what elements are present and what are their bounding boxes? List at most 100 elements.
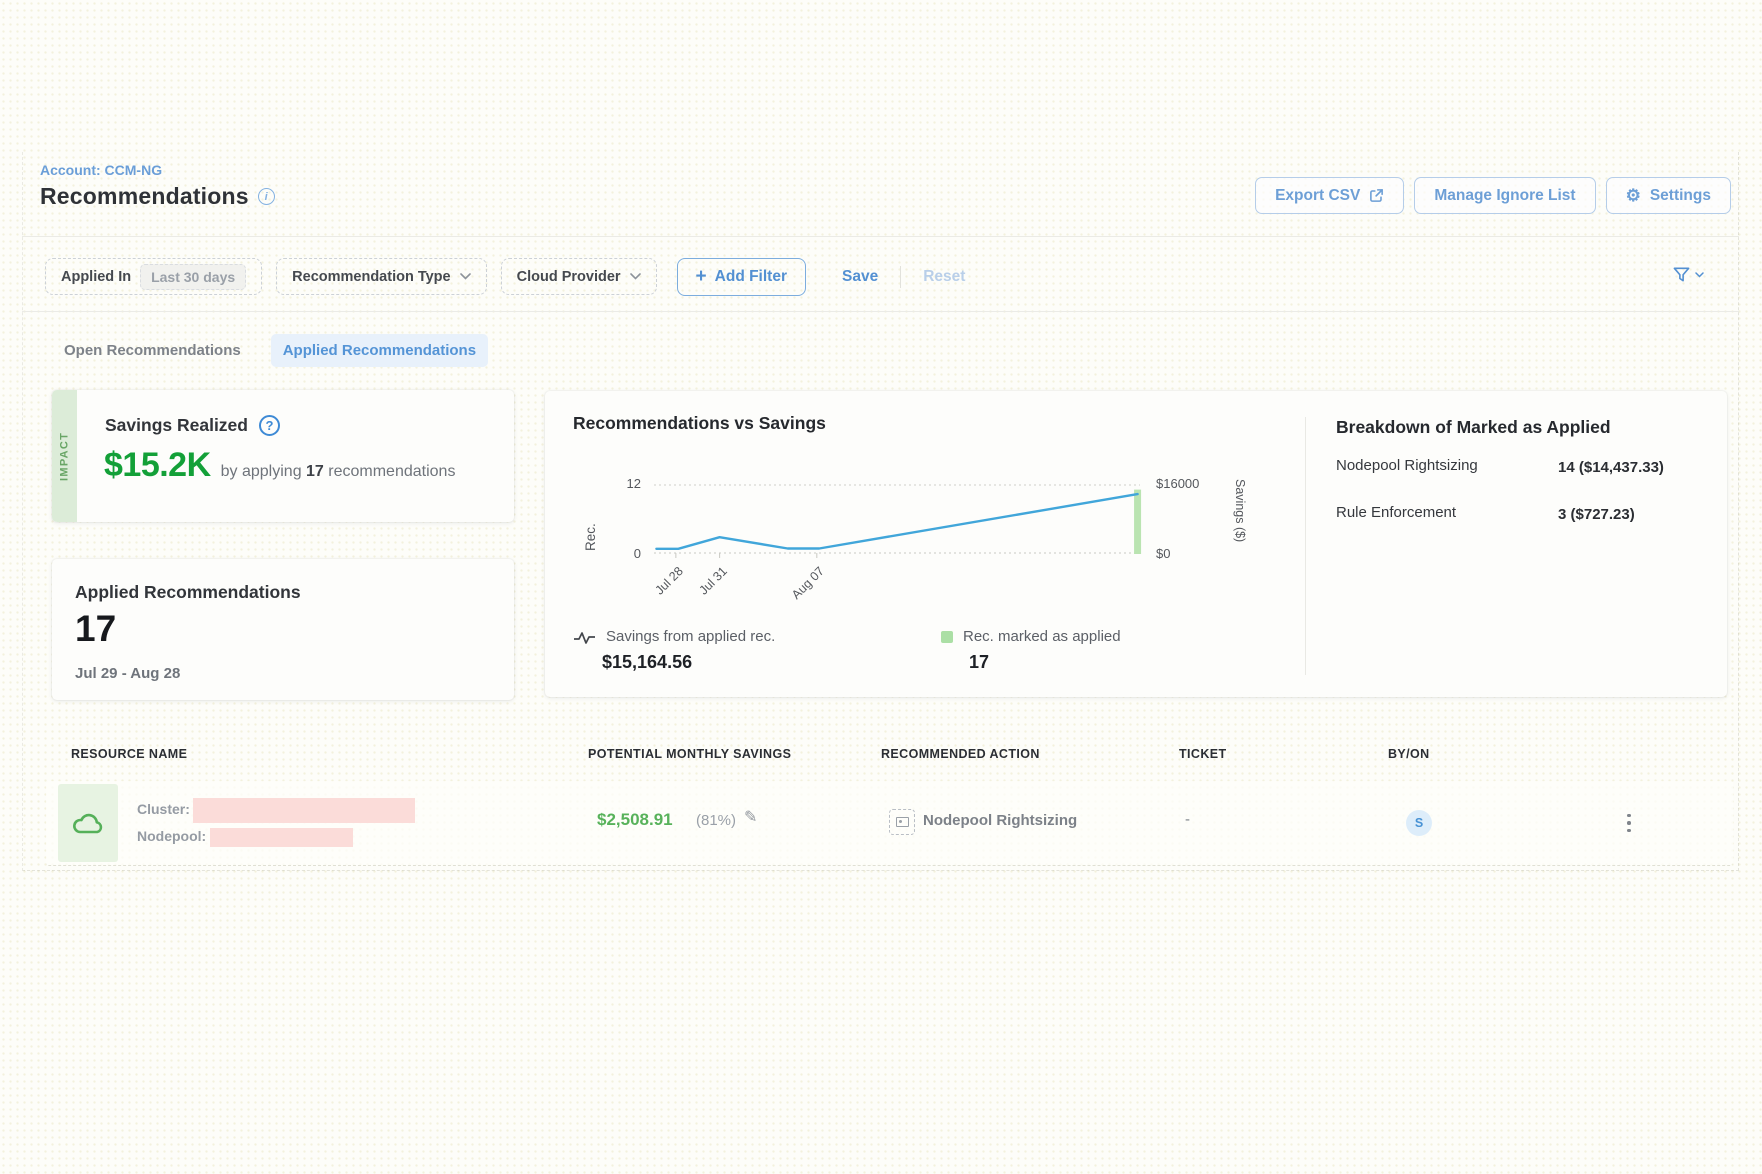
reset-filter-button[interactable]: Reset — [923, 268, 965, 286]
account-breadcrumb[interactable]: Account: CCM-NG — [40, 162, 162, 178]
table-row[interactable]: Cluster: Nodepool: $2,508.91 (81%) ✎ Nod… — [46, 781, 1733, 866]
settings-button[interactable]: ⚙ Settings — [1606, 177, 1731, 214]
subtitle-count: 17 — [306, 463, 324, 480]
applied-card-count: 17 — [75, 608, 116, 650]
header-divider — [22, 236, 1739, 237]
cloud-icon — [70, 810, 106, 837]
filter-menu-button[interactable] — [1672, 265, 1704, 284]
x-tick-label: Jul 31 — [696, 564, 729, 597]
legend-bar-value: 17 — [969, 652, 989, 673]
by-on-avatar[interactable]: S — [1406, 810, 1432, 836]
recommended-action-label: Nodepool Rightsizing — [923, 812, 1077, 829]
tab-open-recommendations[interactable]: Open Recommendations — [52, 334, 253, 367]
left-axis-max-tick: 12 — [607, 476, 641, 491]
subtitle-pre: by applying — [221, 463, 306, 480]
breakdown-row-label: Nodepool Rightsizing — [1336, 457, 1478, 474]
filter-divider — [22, 311, 1739, 312]
export-csv-button[interactable]: Export CSV — [1255, 177, 1404, 214]
savings-realized-title: Savings Realized ? — [105, 415, 280, 436]
line-series-icon — [573, 629, 596, 645]
cloud-provider-label: Cloud Provider — [517, 269, 621, 285]
export-csv-label: Export CSV — [1275, 187, 1360, 205]
bar-series-icon — [941, 631, 953, 643]
chevron-down-icon — [1695, 272, 1704, 278]
x-tick-label: Jul 28 — [652, 564, 685, 597]
legend-bar-label: Rec. marked as applied — [963, 628, 1121, 645]
external-link-icon — [1369, 188, 1384, 203]
plus-icon: + — [696, 267, 707, 286]
potential-savings-percent: (81%) — [696, 812, 736, 829]
ticket-value: - — [1185, 811, 1190, 828]
breakdown-row-label: Rule Enforcement — [1336, 504, 1456, 521]
add-filter-button[interactable]: + Add Filter — [677, 258, 806, 296]
recommended-action-icon — [889, 809, 915, 835]
filter-separator — [900, 266, 901, 288]
column-header-resource-name: RESOURCE NAME — [71, 747, 187, 761]
right-axis-min-tick: $0 — [1156, 546, 1170, 561]
column-header-potential-savings: POTENTIAL MONTHLY SAVINGS — [588, 747, 791, 761]
header-actions: Export CSV Manage Ignore List ⚙ Settings — [1255, 177, 1731, 214]
chevron-down-icon — [630, 273, 641, 280]
filter-chip-cloud-provider[interactable]: Cloud Provider — [501, 258, 657, 295]
savings-realized-subtitle: by applying 17 recommendations — [221, 463, 456, 481]
chart-card: Recommendations vs Savings 12 0 Rec. $16… — [545, 391, 1727, 697]
resource-type-cell — [58, 784, 118, 862]
chevron-down-icon — [460, 273, 471, 280]
filter-bar: Applied In Last 30 days Recommendation T… — [45, 258, 965, 295]
page-title: Recommendations i — [40, 183, 275, 210]
savings-realized-value-row: $15.2K by applying 17 recommendations — [104, 446, 455, 485]
recommendations-page: Account: CCM-NG Recommendations i Export… — [0, 0, 1762, 1174]
nodepool-value-redacted — [210, 828, 353, 847]
applied-card-date-range: Jul 29 - Aug 28 — [75, 665, 180, 682]
tab-applied-recommendations[interactable]: Applied Recommendations — [271, 334, 488, 367]
help-icon[interactable]: ? — [259, 415, 280, 436]
add-filter-label: Add Filter — [715, 268, 787, 286]
cluster-value-redacted — [193, 798, 415, 823]
right-axis-max-tick: $16000 — [1156, 476, 1199, 491]
x-tick-label: Aug 07 — [789, 564, 827, 602]
savings-realized-card: IMPACT Savings Realized ? $15.2K by appl… — [52, 390, 514, 522]
breakdown-title: Breakdown of Marked as Applied — [1336, 417, 1611, 438]
applied-recommendations-card: Applied Recommendations 17 Jul 29 - Aug … — [52, 559, 514, 700]
legend-line-label: Savings from applied rec. — [606, 628, 775, 645]
filter-chip-applied-in[interactable]: Applied In Last 30 days — [45, 258, 262, 295]
column-header-by-on: BY/ON — [1388, 747, 1430, 761]
tabs: Open Recommendations Applied Recommendat… — [52, 334, 488, 367]
impact-strip: IMPACT — [52, 390, 77, 522]
legend-line-value: $15,164.56 — [602, 652, 692, 673]
manage-ignore-list-label: Manage Ignore List — [1434, 187, 1575, 205]
legend-line-item: Savings from applied rec. — [573, 628, 775, 645]
gear-icon: ⚙ — [1626, 187, 1641, 204]
savings-chart-svg — [654, 484, 1140, 554]
column-header-recommended-action: RECOMMENDED ACTION — [881, 747, 1040, 761]
subtitle-post: recommendations — [324, 463, 456, 480]
breakdown-row-value: 3 ($727.23) — [1558, 504, 1666, 525]
panel-divider — [1305, 417, 1306, 675]
info-icon[interactable]: i — [258, 188, 275, 205]
left-axis-title: Rec. — [583, 489, 598, 551]
chart-title: Recommendations vs Savings — [573, 413, 826, 434]
applied-in-value: Last 30 days — [140, 264, 246, 290]
cluster-label: Cluster: — [137, 801, 190, 817]
breakdown-row-value: 14 ($14,437.33) — [1558, 457, 1666, 478]
potential-savings-value: $2,508.91 — [597, 810, 673, 830]
legend-bar-item: Rec. marked as applied — [941, 628, 1121, 645]
savings-realized-value: $15.2K — [104, 446, 211, 485]
manage-ignore-list-button[interactable]: Manage Ignore List — [1414, 177, 1595, 214]
page-title-text: Recommendations — [40, 183, 249, 210]
savings-realized-title-text: Savings Realized — [105, 415, 248, 436]
nodepool-label: Nodepool: — [137, 828, 206, 844]
column-header-ticket: TICKET — [1179, 747, 1227, 761]
left-axis-min-tick: 0 — [607, 546, 641, 561]
save-filter-button[interactable]: Save — [842, 268, 878, 286]
funnel-icon — [1672, 265, 1691, 284]
chart-plot — [654, 484, 1140, 554]
settings-label: Settings — [1650, 187, 1711, 205]
row-menu-button[interactable] — [1618, 809, 1640, 837]
applied-card-title: Applied Recommendations — [75, 582, 301, 603]
screenshot-glyph — [896, 817, 909, 827]
filter-chip-recommendation-type[interactable]: Recommendation Type — [276, 258, 486, 295]
edit-savings-icon[interactable]: ✎ — [744, 807, 757, 827]
applied-in-label: Applied In — [61, 269, 131, 285]
right-axis-title: Savings ($) — [1213, 479, 1247, 563]
